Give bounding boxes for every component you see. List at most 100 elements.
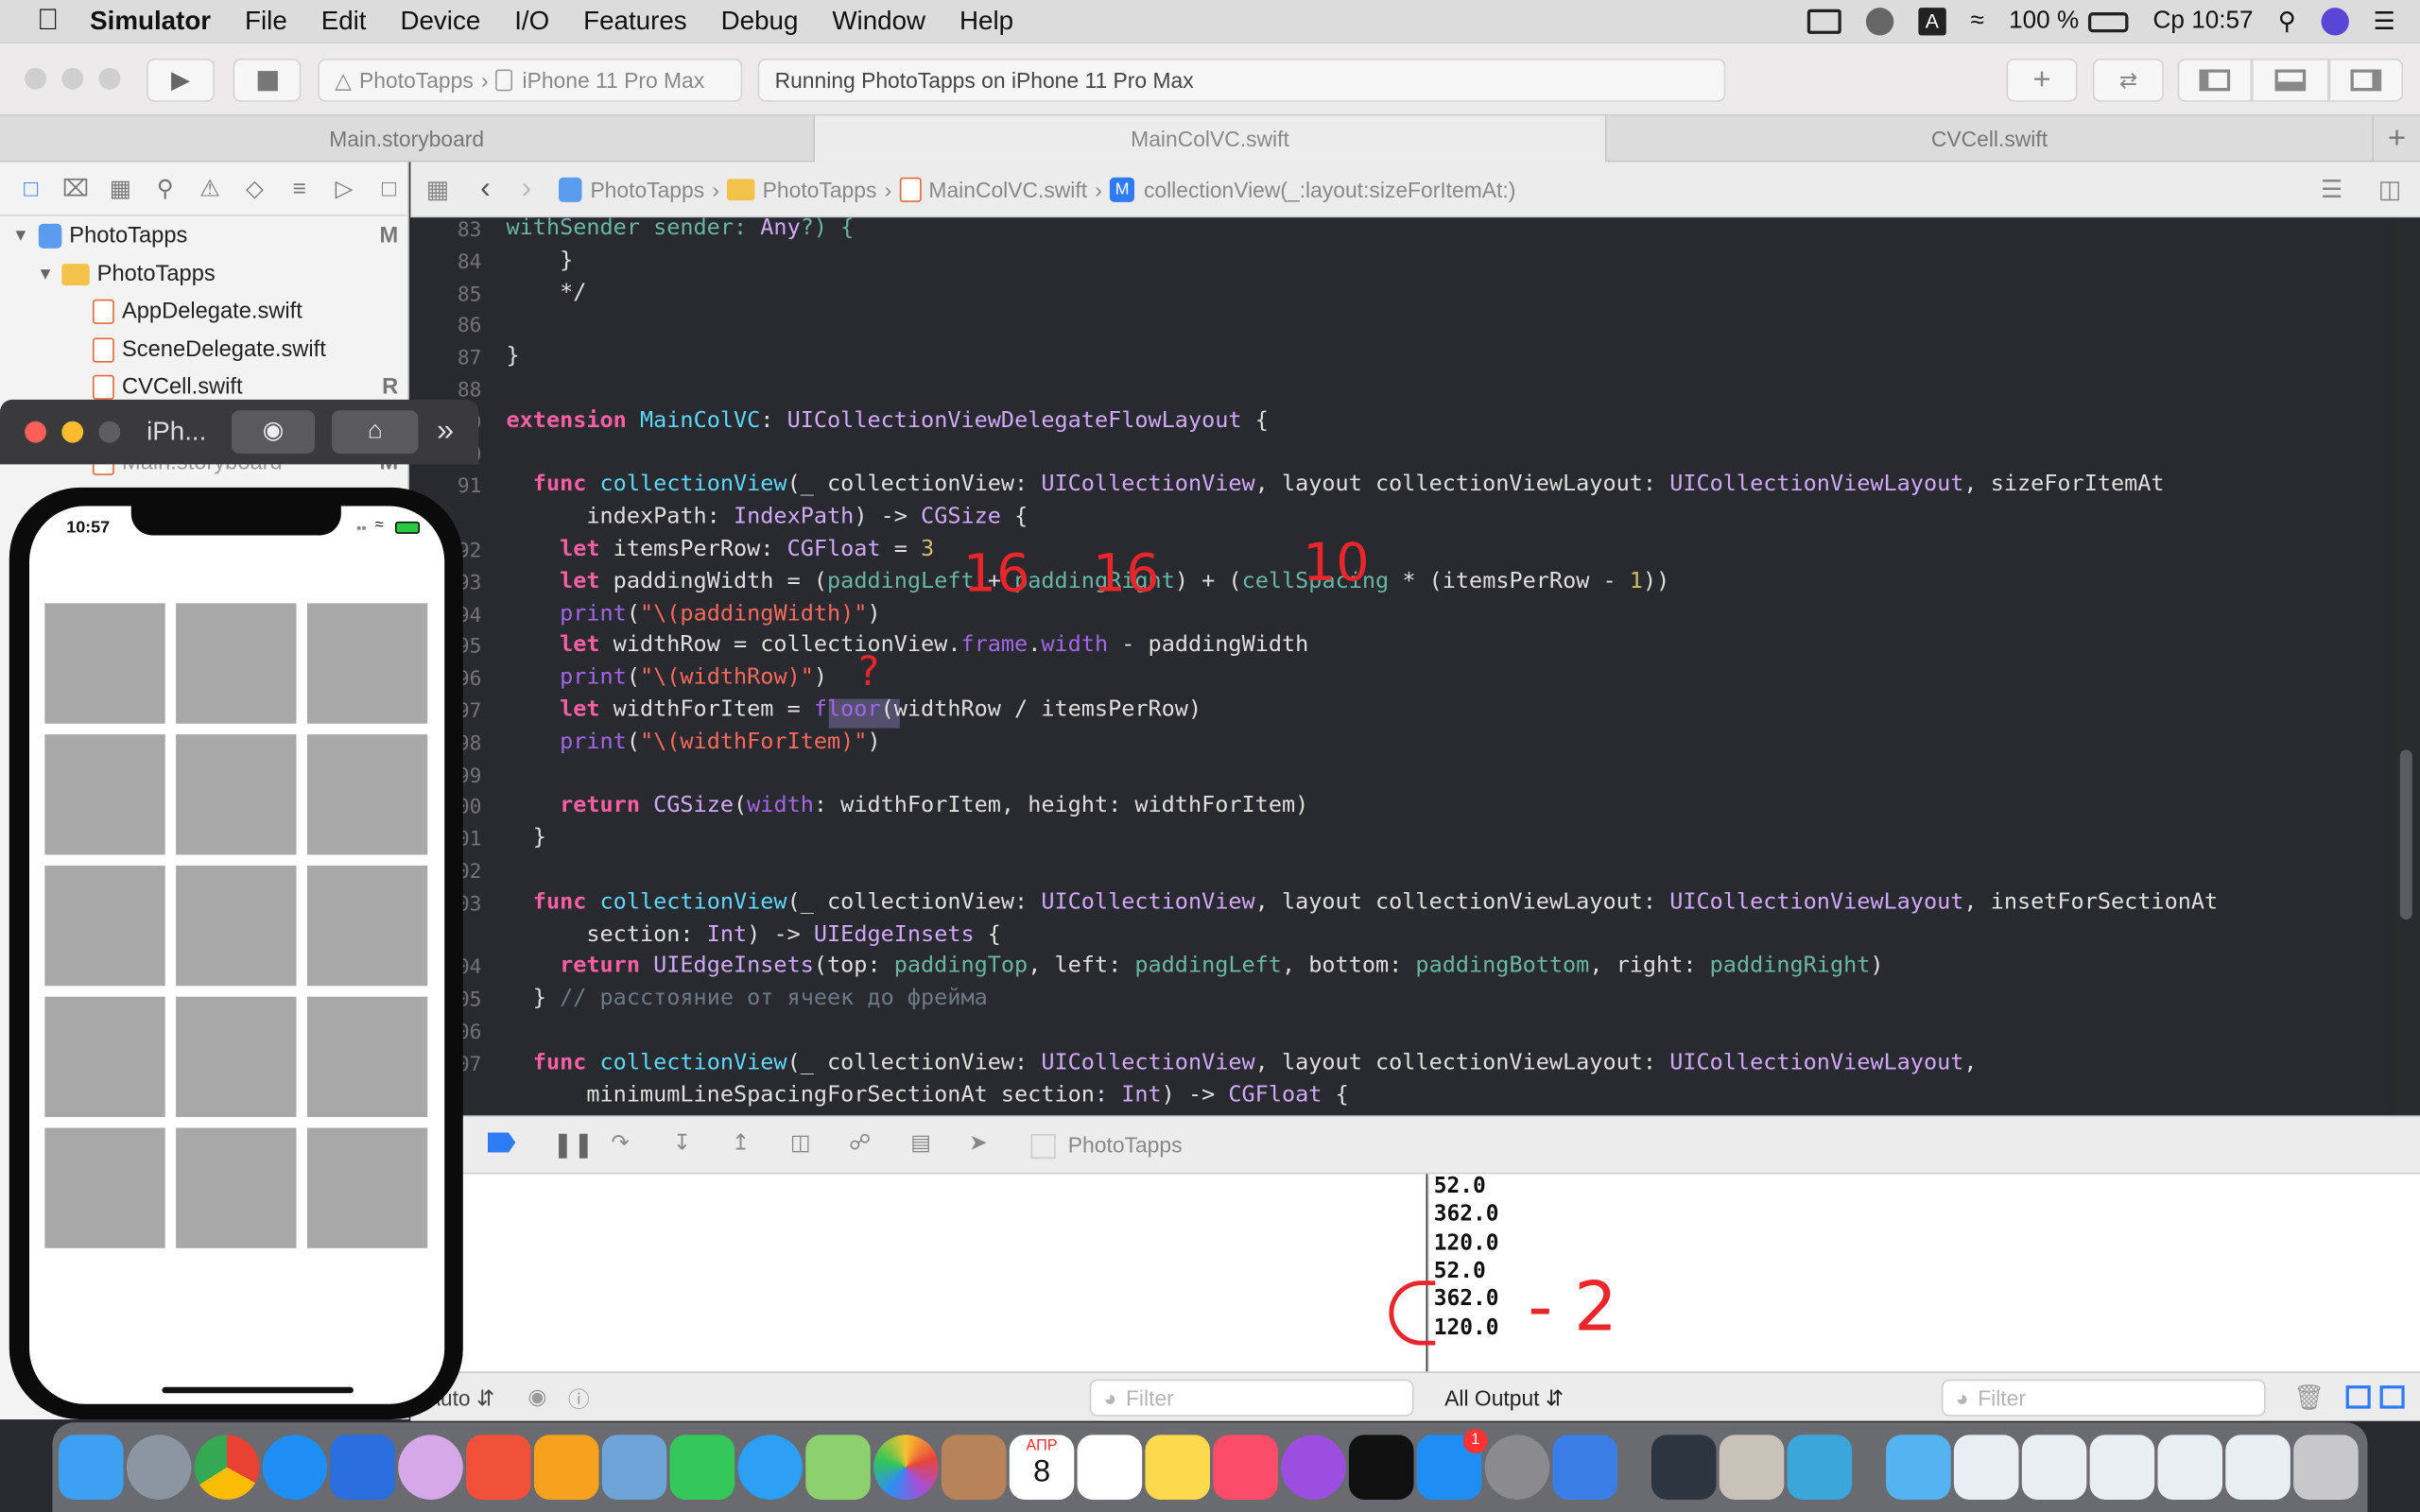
code-line[interactable]: func collectionView(_ collectionView: UI… — [507, 890, 2218, 915]
screen-recorder-icon[interactable] — [1787, 1435, 1853, 1500]
collection-cell[interactable] — [176, 734, 297, 855]
line-number[interactable]: 87 — [410, 348, 482, 370]
collection-cell[interactable] — [306, 996, 428, 1118]
safari-icon[interactable] — [262, 1435, 328, 1500]
photos-icon[interactable] — [873, 1435, 939, 1500]
menu-item-file[interactable]: File — [245, 7, 287, 38]
trash-icon[interactable] — [2293, 1435, 2359, 1500]
tree-project[interactable]: ▼ PhotoTapps M — [12, 217, 398, 254]
menu-item-debug[interactable]: Debug — [721, 7, 799, 38]
tree-file[interactable]: SceneDelegate.swift — [92, 332, 326, 369]
collection-cell[interactable] — [44, 865, 165, 987]
home-indicator[interactable] — [162, 1386, 354, 1394]
collection-cell[interactable] — [306, 1127, 428, 1248]
report-icon[interactable]: □ — [375, 175, 403, 201]
line-number[interactable]: 86 — [410, 316, 482, 338]
code-line[interactable]: return CGSize(width: widthForItem, heigh… — [507, 794, 1308, 818]
menu-app-name[interactable]: Simulator — [90, 7, 211, 38]
test-icon[interactable]: ◇ — [241, 174, 268, 202]
line-number[interactable]: 84 — [410, 251, 482, 274]
close-window-button[interactable] — [25, 421, 46, 443]
forward-icon[interactable]: › — [522, 171, 532, 207]
code-line[interactable]: } — [507, 249, 573, 273]
breadcrumb-method[interactable]: collectionView(_:layout:sizeForItemAt:) — [1144, 177, 1515, 201]
library-button[interactable]: + — [2006, 59, 2078, 102]
menu-item-help[interactable]: Help — [959, 7, 1013, 38]
toggle-inspector-button[interactable] — [2328, 59, 2404, 102]
collection-cell[interactable] — [176, 865, 297, 987]
stack-document-icon[interactable] — [2021, 1435, 2087, 1500]
downloads-folder-icon[interactable] — [1886, 1435, 1951, 1500]
source-editor[interactable]: 83 withSender sender: Any?) { 84 } 85 */ 86 8… — [410, 217, 2394, 1116]
step-out-icon[interactable]: ↥ — [732, 1129, 750, 1156]
code-line[interactable]: section: Int) -> UIEdgeInsets { — [507, 922, 1001, 947]
new-tab-button[interactable]: + — [2374, 115, 2420, 162]
tree-file[interactable]: AppDelegate.swift — [92, 293, 302, 330]
menu-item-io[interactable]: I/O — [514, 7, 549, 38]
finder-icon[interactable] — [59, 1435, 124, 1500]
contacts-icon[interactable] — [941, 1435, 1007, 1500]
home-button[interactable]: ⌂ — [332, 410, 419, 454]
line-number[interactable]: 85 — [410, 284, 482, 306]
zoom-window-button[interactable] — [98, 67, 121, 90]
pause-icon[interactable]: ❚❚ — [552, 1129, 594, 1160]
add-editor-icon[interactable]: ◫ — [2378, 174, 2402, 205]
code-review-button[interactable]: ⇄ — [2092, 59, 2164, 102]
collection-cell[interactable] — [44, 734, 165, 855]
debug-icon[interactable]: ≡ — [285, 175, 313, 201]
warning-icon[interactable]: ⚠ — [196, 174, 223, 202]
tab-maincolvc-swift[interactable]: MainColVC.swift — [815, 115, 1607, 163]
tab-cvcell-swift[interactable]: CVCell.swift — [1607, 115, 2375, 163]
minimize-window-button[interactable] — [61, 421, 84, 443]
trash-icon[interactable]: 🗑 — [2293, 1383, 2325, 1414]
view-hierarchy-icon[interactable]: ◫ — [790, 1129, 811, 1156]
stack-document-icon[interactable] — [2225, 1435, 2290, 1500]
b-app-icon[interactable] — [533, 1435, 599, 1500]
code-line[interactable]: func collectionView(_ collectionView: UI… — [507, 1051, 1978, 1075]
music-icon[interactable] — [1213, 1435, 1278, 1500]
debug-target[interactable]: PhotoTapps — [1068, 1132, 1183, 1157]
menu-item-edit[interactable]: Edit — [321, 7, 367, 38]
screenshot-button[interactable]: ◉ — [231, 410, 316, 454]
code-line[interactable]: } — [507, 826, 546, 850]
input-source-icon[interactable]: A — [1918, 8, 1946, 36]
minimize-window-button[interactable] — [61, 67, 84, 90]
step-in-icon[interactable]: ↧ — [673, 1129, 691, 1156]
preview-icon[interactable] — [601, 1435, 667, 1500]
collection-cell[interactable] — [176, 1127, 297, 1248]
menu-item-features[interactable]: Features — [583, 7, 687, 38]
cc-icon[interactable] — [1865, 8, 1894, 36]
code-line[interactable]: minimumLineSpacingForSectionAt section: … — [507, 1082, 1348, 1107]
stack-document-icon[interactable] — [1953, 1435, 2019, 1500]
run-button[interactable]: ▶ — [147, 59, 215, 102]
split-left-icon[interactable] — [2345, 1385, 2371, 1409]
simulator-icon[interactable] — [1552, 1435, 1618, 1500]
collection-cell[interactable] — [44, 1127, 165, 1248]
breadcrumb-file[interactable]: MainColVC.swift — [928, 177, 1087, 201]
line-number[interactable]: 83 — [410, 219, 482, 242]
apple-menu-icon[interactable]:  — [37, 5, 59, 39]
breakpoints-toggle-icon[interactable] — [487, 1132, 516, 1153]
breadcrumb-project[interactable]: PhotoTapps — [590, 177, 704, 201]
code-line[interactable]: withSender sender: Any?) { — [507, 217, 855, 240]
code-line[interactable]: let widthForItem = floor(widthRow / item… — [507, 697, 1201, 722]
siri-icon[interactable] — [2320, 8, 2349, 36]
minimap-toggle-icon[interactable]: ☰ — [2321, 174, 2342, 205]
notification-center-icon[interactable]: ☰ — [2373, 7, 2394, 38]
variables-view[interactable] — [410, 1174, 1426, 1372]
facetime-icon[interactable] — [669, 1435, 735, 1500]
overflow-chevron-icon[interactable]: » — [437, 414, 454, 450]
editor-scrollbar[interactable] — [2394, 217, 2420, 1116]
utility-app-icon[interactable] — [1651, 1435, 1717, 1500]
eye-icon[interactable]: ◉ — [527, 1383, 546, 1410]
collection-cell[interactable] — [306, 865, 428, 987]
clock-label[interactable]: Ср 10:57 — [2153, 8, 2254, 35]
code-line[interactable]: print("\(widthForItem)") — [507, 730, 881, 754]
toggle-navigator-button[interactable] — [2177, 59, 2253, 102]
disclosure-open-icon[interactable]: ▼ — [12, 227, 29, 246]
code-line[interactable]: */ — [507, 280, 586, 304]
system-preferences-icon[interactable] — [1484, 1435, 1550, 1500]
code-line[interactable]: } — [507, 344, 520, 369]
apple-tv-icon[interactable] — [1348, 1435, 1414, 1500]
memory-graph-icon[interactable]: ☍ — [849, 1129, 871, 1156]
